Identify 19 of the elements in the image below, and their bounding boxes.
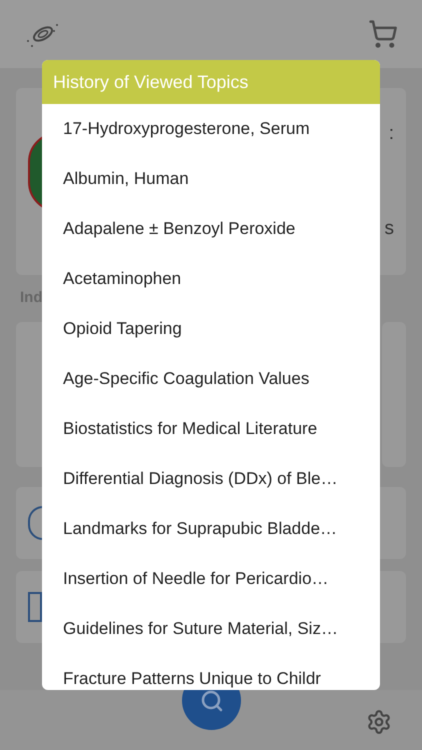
topic-item[interactable]: Guidelines for Suture Material, Siz…	[63, 604, 359, 654]
settings-icon[interactable]	[366, 709, 392, 735]
topic-item[interactable]: Albumin, Human	[63, 154, 359, 204]
popup-title: History of Viewed Topics	[53, 70, 248, 94]
topic-item[interactable]: Fracture Patterns Unique to Childr	[63, 654, 359, 690]
box-icon	[28, 592, 42, 622]
topic-item[interactable]: Landmarks for Suprapubic Bladde…	[63, 504, 359, 554]
topic-item[interactable]: Acetaminophen	[63, 254, 359, 304]
cart-icon[interactable]	[368, 19, 398, 49]
topic-item[interactable]: Opioid Tapering	[63, 304, 359, 354]
card-text: :	[388, 122, 394, 146]
topic-item[interactable]: Adapalene ± Benzoyl Peroxide	[63, 204, 359, 254]
topic-item[interactable]: Insertion of Needle for Pericardio…	[63, 554, 359, 604]
card-text: s	[384, 216, 394, 240]
topic-item[interactable]: 17-Hydroxyprogesterone, Serum	[63, 104, 359, 154]
topic-item[interactable]: Biostatistics for Medical Literature	[63, 404, 359, 454]
topic-item[interactable]: Age-Specific Coagulation Values	[63, 354, 359, 404]
search-icon	[200, 688, 224, 712]
topic-item[interactable]: Differential Diagnosis (DDx) of Ble…	[63, 454, 359, 504]
